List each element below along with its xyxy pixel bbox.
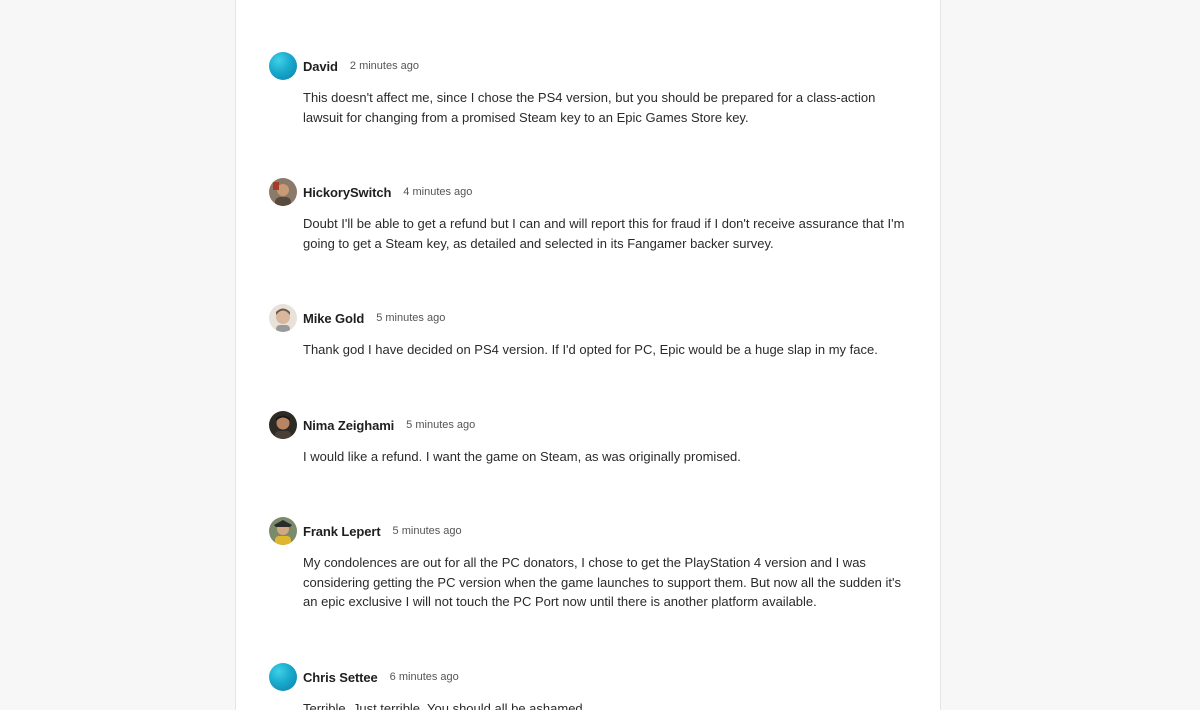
comment-text: Terrible. Just terrible. You should all … <box>303 701 587 710</box>
comment-text: Doubt I'll be able to get a refund but I… <box>303 216 905 251</box>
comment-header: HickorySwitch 4 minutes ago <box>269 178 889 206</box>
comment-timestamp[interactable]: 2 minutes ago <box>350 60 419 72</box>
comment-header: Chris Settee 6 minutes ago <box>269 663 889 691</box>
author-name[interactable]: HickorySwitch <box>303 185 391 200</box>
comment-header: David 2 minutes ago <box>269 52 889 80</box>
comment-header: Frank Lepert 5 minutes ago <box>269 517 889 545</box>
comment-text: My condolences are out for all the PC do… <box>303 555 901 609</box>
comment-item: David 2 minutes ago This doesn't affect … <box>269 52 889 127</box>
author-name[interactable]: Mike Gold <box>303 311 364 326</box>
comment-timestamp[interactable]: 5 minutes ago <box>393 525 462 537</box>
comment-timestamp[interactable]: 6 minutes ago <box>390 671 459 683</box>
user-avatar-icon[interactable] <box>269 304 297 332</box>
comment-item: HickorySwitch 4 minutes ago Doubt I'll b… <box>269 178 904 253</box>
comment-header: Mike Gold 5 minutes ago <box>269 304 889 332</box>
comment-text: This doesn't affect me, since I chose th… <box>303 90 876 125</box>
comment-item: Chris Settee 6 minutes ago Terrible. Jus… <box>269 663 889 710</box>
comment-timestamp[interactable]: 5 minutes ago <box>406 419 475 431</box>
comment-item: Frank Lepert 5 minutes ago My condolence… <box>269 517 901 612</box>
user-avatar-icon[interactable] <box>269 411 297 439</box>
comment-item: Nima Zeighami 5 minutes ago I would like… <box>269 411 889 467</box>
user-avatar-icon[interactable] <box>269 517 297 545</box>
user-avatar-icon[interactable] <box>269 178 297 206</box>
default-avatar-icon[interactable] <box>269 52 297 80</box>
page: David 2 minutes ago This doesn't affect … <box>0 0 1200 710</box>
comment-timestamp[interactable]: 4 minutes ago <box>403 186 472 198</box>
comment-item: Mike Gold 5 minutes ago Thank god I have… <box>269 304 889 360</box>
author-name[interactable]: David <box>303 59 338 74</box>
comment-text: Thank god I have decided on PS4 version.… <box>303 342 878 357</box>
default-avatar-icon[interactable] <box>269 663 297 691</box>
comment-header: Nima Zeighami 5 minutes ago <box>269 411 889 439</box>
comment-timestamp[interactable]: 5 minutes ago <box>376 312 445 324</box>
comments-panel: David 2 minutes ago This doesn't affect … <box>235 0 941 710</box>
author-name[interactable]: Nima Zeighami <box>303 418 394 433</box>
author-name[interactable]: Chris Settee <box>303 670 378 685</box>
comment-text: I would like a refund. I want the game o… <box>303 449 741 464</box>
author-name[interactable]: Frank Lepert <box>303 524 381 539</box>
